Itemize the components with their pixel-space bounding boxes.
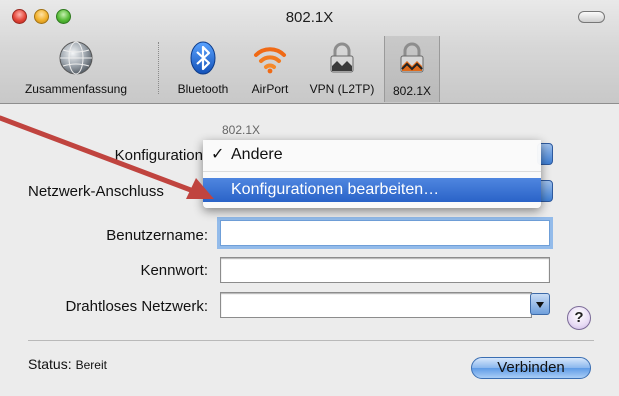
- toolbar-label: AirPort: [251, 82, 289, 96]
- divider: [28, 340, 594, 341]
- help-button[interactable]: ?: [567, 306, 591, 330]
- toolbar-label: 802.1X: [392, 84, 432, 98]
- lock-8021x-icon: [400, 42, 424, 73]
- menu-item-andere[interactable]: ✓ Andere: [203, 143, 541, 167]
- drahtloses-netzwerk-dropdown-button[interactable]: [530, 293, 550, 315]
- bluetooth-icon: [190, 41, 216, 75]
- toolbar-item-vpn-l2tp[interactable]: VPN (L2TP): [302, 36, 382, 100]
- drahtloses-netzwerk-combobox[interactable]: [220, 292, 532, 318]
- toolbar-item-zusammenfassung[interactable]: Zusammenfassung: [6, 36, 146, 100]
- status-area: Status: Bereit: [28, 356, 107, 372]
- menu-separator: [203, 171, 541, 172]
- kennwort-label: Kennwort:: [140, 262, 208, 279]
- verbinden-button[interactable]: Verbinden: [471, 357, 591, 379]
- toolbar-toggle-button[interactable]: [578, 11, 605, 23]
- network-preferences-window: 802.1X Zusammenfassung Bluetooth AirPort…: [0, 0, 619, 396]
- drahtloses-netzwerk-label: Drahtloses Netzwerk:: [65, 298, 208, 315]
- section-label: 802.1X: [222, 123, 261, 137]
- menu-item-konfigurationen-bearbeiten[interactable]: Konfigurationen bearbeiten…: [203, 178, 541, 202]
- toolbar-item-bluetooth[interactable]: Bluetooth: [170, 36, 236, 100]
- konfiguration-label: Konfiguration: [114, 147, 203, 164]
- toolbar-label: VPN (L2TP): [309, 82, 375, 96]
- benutzername-field[interactable]: [220, 220, 550, 246]
- menu-item-label: Konfigurationen bearbeiten…: [231, 181, 440, 198]
- toolbar-separator: [158, 42, 159, 94]
- toolbar-item-airport[interactable]: AirPort: [240, 36, 300, 100]
- kennwort-field[interactable]: [220, 257, 550, 283]
- network-globe-icon: [59, 41, 93, 75]
- checkmark-icon: ✓: [211, 146, 225, 163]
- toolbar-label: Bluetooth: [177, 82, 229, 96]
- toolbar-label: Zusammenfassung: [24, 82, 128, 96]
- status-value: Bereit: [75, 358, 107, 372]
- vpn-lock-icon: [330, 42, 354, 73]
- title-toolbar-area: 802.1X Zusammenfassung Bluetooth AirPort…: [0, 0, 619, 104]
- menu-item-label: Andere: [231, 146, 283, 163]
- konfiguration-dropdown-menu: ✓ Andere Konfigurationen bearbeiten…: [203, 140, 541, 208]
- toolbar-item-8021x[interactable]: 802.1X: [384, 36, 440, 102]
- netzwerk-anschluss-label: Netzwerk-Anschluss: [28, 183, 164, 200]
- benutzername-label: Benutzername:: [106, 227, 208, 244]
- window-title: 802.1X: [285, 9, 334, 26]
- airport-wifi-icon: [254, 47, 286, 74]
- status-label: Status:: [28, 356, 72, 372]
